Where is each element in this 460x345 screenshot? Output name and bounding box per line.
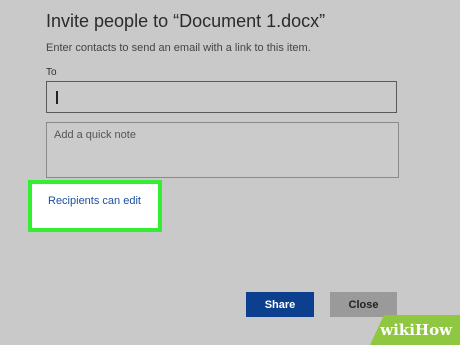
dialog-subtitle: Enter contacts to send an email with a l…	[46, 42, 311, 54]
recipients-can-edit-link[interactable]: Recipients can edit	[48, 195, 141, 207]
to-label: To	[46, 67, 57, 78]
permission-highlight: Recipients can edit	[28, 180, 162, 232]
note-placeholder: Add a quick note	[54, 129, 136, 141]
wikihow-watermark: wikiHow	[370, 315, 460, 345]
share-button[interactable]: Share	[246, 292, 314, 317]
dialog-title: Invite people to “Document 1.docx”	[46, 11, 326, 31]
note-input[interactable]: Add a quick note	[46, 122, 399, 178]
text-caret	[56, 91, 58, 104]
invite-dialog: Invite people to “Document 1.docx” Enter…	[0, 0, 460, 345]
close-button[interactable]: Close	[330, 292, 397, 317]
to-input[interactable]	[46, 81, 397, 113]
